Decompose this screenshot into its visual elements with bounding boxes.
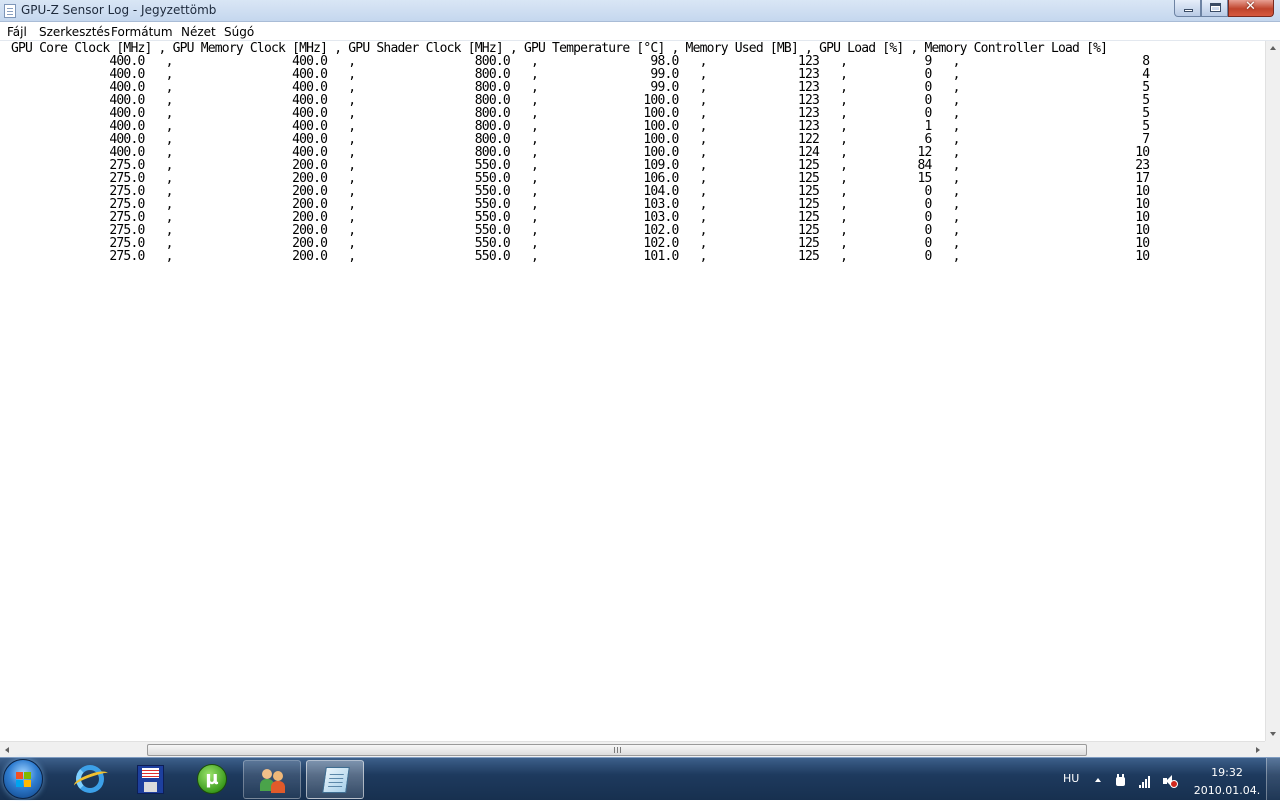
power-plug-icon[interactable] [1114, 774, 1128, 788]
menu-view[interactable]: Nézet [181, 25, 216, 39]
network-icon[interactable] [1139, 774, 1153, 788]
menu-help[interactable]: Súgó [224, 25, 254, 39]
maximize-button[interactable] [1201, 0, 1228, 17]
close-icon: ✕ [1245, 0, 1256, 14]
scroll-down-button[interactable] [1266, 727, 1280, 741]
horizontal-scroll-thumb[interactable] [147, 744, 1087, 756]
windows-logo-icon [16, 772, 32, 788]
text-editor[interactable]: GPU Core Clock [MHz] , GPU Memory Clock … [0, 41, 1265, 741]
taskbar-messenger[interactable] [243, 760, 301, 799]
scroll-right-button[interactable] [1250, 742, 1265, 758]
maximize-icon [1210, 3, 1221, 12]
taskbar-save[interactable] [121, 760, 179, 799]
notepad-app-icon[interactable] [4, 4, 16, 18]
language-indicator[interactable]: HU [1063, 772, 1079, 785]
menu-edit[interactable]: Szerkesztés [39, 25, 110, 39]
notepad-icon [322, 767, 350, 793]
minimize-button[interactable] [1174, 0, 1201, 17]
utorrent-icon: µ [197, 764, 227, 794]
minimize-icon [1184, 9, 1193, 12]
vertical-scrollbar[interactable] [1265, 41, 1280, 741]
show-hidden-icons-icon[interactable] [1095, 778, 1101, 782]
window-title: GPU-Z Sensor Log - Jegyzettömb [21, 3, 217, 17]
floppy-disk-icon [137, 765, 164, 794]
volume-muted-icon[interactable] [1163, 774, 1178, 788]
clock-time[interactable]: 19:32 [1197, 766, 1257, 779]
arrow-right-icon [1256, 747, 1260, 753]
arrow-down-icon [1270, 732, 1276, 736]
grip-icon [614, 747, 621, 753]
show-desktop-button[interactable] [1266, 758, 1280, 801]
menu-bar: Fájl Szerkesztés Formátum Nézet Súgó [0, 22, 1280, 41]
menu-format[interactable]: Formátum [111, 25, 173, 39]
close-button[interactable]: ✕ [1228, 0, 1274, 17]
taskbar-notepad[interactable] [306, 760, 364, 799]
arrow-left-icon [5, 747, 9, 753]
arrow-up-icon [1270, 46, 1276, 50]
taskbar-utorrent[interactable]: µ [183, 760, 241, 799]
title-bar[interactable]: GPU-Z Sensor Log - Jegyzettömb ✕ [0, 0, 1280, 22]
scroll-left-button[interactable] [0, 742, 15, 758]
messenger-people-icon [260, 767, 288, 795]
taskbar-internet-explorer[interactable] [61, 760, 119, 799]
horizontal-scrollbar[interactable] [0, 741, 1265, 757]
menu-file[interactable]: Fájl [7, 25, 27, 39]
size-box [1265, 741, 1280, 757]
log-text: GPU Core Clock [MHz] , GPU Memory Clock … [11, 41, 1150, 264]
clock-date[interactable]: 2010.01.04. [1189, 784, 1265, 797]
start-button[interactable] [3, 759, 43, 799]
scroll-up-button[interactable] [1266, 41, 1280, 55]
internet-explorer-icon [76, 765, 104, 793]
taskbar: µ HU 19:32 2010.01.04. [0, 757, 1280, 801]
